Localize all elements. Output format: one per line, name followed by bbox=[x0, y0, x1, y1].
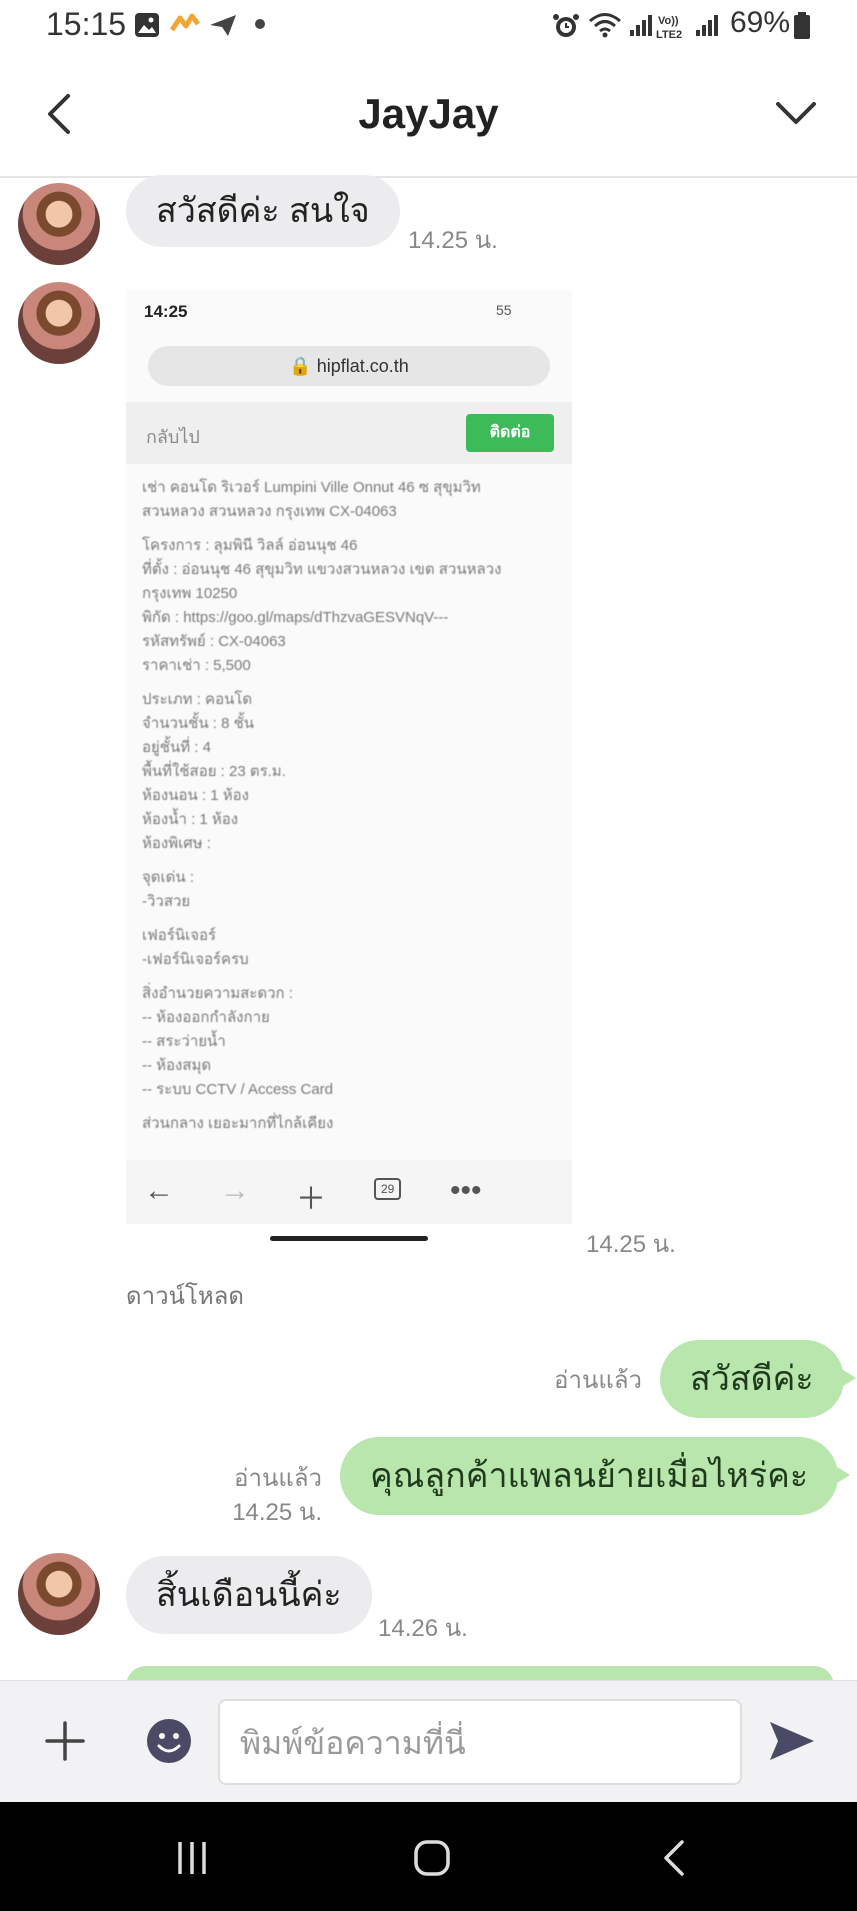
image-contact-button: ติดต่อ bbox=[466, 414, 554, 452]
image-text-line: โครงการ : ลุมพินี วิลล์ อ่อนนุช 46 bbox=[142, 537, 358, 554]
image-text-line: -- สระว่ายน้ำ bbox=[142, 1033, 226, 1050]
home-icon[interactable] bbox=[412, 1838, 452, 1878]
chat-title: JayJay bbox=[358, 90, 499, 137]
status-bar: 15:15 Vo)) LTE2 69% bbox=[0, 0, 857, 52]
outgoing-message[interactable]: คุณลูกค้าแพลนย้ายเมื่อไหร่คะ bbox=[340, 1437, 851, 1515]
battery-icon bbox=[794, 12, 810, 39]
message-input-box[interactable] bbox=[218, 1699, 742, 1785]
image-forward-icon: → bbox=[220, 1174, 250, 1207]
system-nav-bar bbox=[0, 1802, 857, 1911]
image-add-tab-icon: ＋ bbox=[296, 1183, 326, 1216]
lock-icon: 🔒 bbox=[289, 356, 312, 376]
image-text-gap bbox=[142, 972, 552, 982]
wifi-icon bbox=[589, 13, 621, 38]
chevron-down-icon[interactable] bbox=[774, 98, 818, 128]
send-icon[interactable] bbox=[768, 1718, 816, 1764]
image-text-gap bbox=[142, 856, 552, 866]
svg-text:LTE2: LTE2 bbox=[656, 29, 682, 40]
image-text-line: พื้นที่ใช้สอย : 23 ตร.ม. bbox=[142, 763, 286, 780]
volte-icon: Vo)) LTE2 bbox=[656, 15, 682, 40]
image-text-line: ห้องพิเศษ : bbox=[142, 835, 211, 852]
svg-text:Vo)): Vo)) bbox=[658, 15, 679, 27]
plus-icon[interactable] bbox=[44, 1720, 86, 1762]
image-text-line: จำนวนชั้น : 8 ชั้น bbox=[142, 715, 255, 732]
image-text-gap bbox=[142, 1102, 552, 1112]
gallery-icon bbox=[135, 13, 159, 37]
chat-header: JayJay bbox=[0, 52, 857, 178]
system-back-icon[interactable] bbox=[660, 1838, 688, 1878]
signal-icon-1 bbox=[630, 15, 652, 36]
image-text-line: สิ่งอำนวยความสะดวก : bbox=[142, 985, 293, 1002]
avatar[interactable] bbox=[18, 1553, 100, 1635]
image-nav-bar: กลับไป ติดต่อ bbox=[126, 402, 572, 464]
message-timestamp: 14.26 น. bbox=[378, 1615, 468, 1642]
image-back-label: กลับไป bbox=[146, 427, 200, 447]
image-back-icon: ← bbox=[144, 1174, 174, 1207]
more-notifications-dot bbox=[255, 19, 265, 29]
alarm-icon bbox=[553, 14, 579, 37]
image-text-line: -- ระบบ CCTV / Access Card bbox=[142, 1081, 334, 1098]
image-status-bar: 14:25 55 bbox=[126, 290, 572, 334]
image-text-line: ห้องนอน : 1 ห้อง bbox=[142, 787, 249, 804]
avatar[interactable] bbox=[18, 282, 100, 364]
recent-apps-icon[interactable] bbox=[174, 1840, 210, 1876]
image-text-line: เช่า คอนโด ริเวอร์ Lumpini Ville Onnut 4… bbox=[142, 479, 481, 496]
incoming-message[interactable]: สวัสดีค่ะ สนใจ bbox=[126, 175, 400, 247]
message-timestamp: 14.25 น. bbox=[232, 1499, 322, 1526]
message-timestamp: 14.25 น. bbox=[408, 227, 498, 254]
image-text-line: รหัสทรัพย์ : CX-04063 bbox=[142, 633, 286, 650]
shared-image[interactable]: 14:25 55 🔒 hipflat.co.th กลับไป ติดต่อ เ… bbox=[126, 290, 572, 1224]
image-text-line: จุดเด่น : bbox=[142, 869, 194, 886]
emoji-icon[interactable] bbox=[146, 1718, 192, 1764]
image-home-indicator bbox=[270, 1236, 428, 1241]
incoming-message[interactable]: สิ้นเดือนนี้ค่ะ bbox=[126, 1556, 372, 1634]
image-text-line: -เฟอร์นิเจอร์ครบ bbox=[142, 951, 249, 968]
download-link[interactable]: ดาวน์โหลด bbox=[126, 1276, 244, 1315]
image-listing-text: เช่า คอนโด ริเวอร์ Lumpini Ville Onnut 4… bbox=[142, 476, 552, 1136]
battery-percent: 69% bbox=[730, 6, 791, 39]
image-tabs-icon: 29 bbox=[374, 1178, 402, 1200]
read-receipt: อ่านแล้ว bbox=[554, 1367, 642, 1394]
image-text-line: สวนหลวง สวนหลวง กรุงเทพ CX-04063 bbox=[142, 503, 397, 520]
image-more-icon: ••• bbox=[450, 1174, 482, 1207]
image-text-line: ที่ตั้ง : อ่อนนุช 46 สุขุมวิท แขวงสวนหลว… bbox=[142, 561, 502, 578]
image-text-line: -- ห้องสมุด bbox=[142, 1057, 212, 1074]
image-text-line: อยู่ชั้นที่ : 4 bbox=[142, 739, 211, 756]
image-text-line: -- ห้องออกกำลังกาย bbox=[142, 1009, 270, 1026]
outgoing-message[interactable]: สวัสดีค่ะ bbox=[660, 1340, 856, 1418]
image-browser-toolbar: ← → ＋ 29 ••• bbox=[126, 1160, 572, 1224]
image-text-gap bbox=[142, 678, 552, 688]
send-notification-icon bbox=[210, 15, 236, 36]
image-text-gap bbox=[142, 524, 552, 534]
image-status-battery: 55 bbox=[496, 302, 512, 318]
image-text-line: ราคาเช่า : 5,500 bbox=[142, 657, 251, 674]
image-text-line: -วิวสวย bbox=[142, 893, 191, 910]
image-text-line: เฟอร์นิเจอร์ bbox=[142, 927, 217, 944]
signal-icon-2 bbox=[696, 15, 718, 36]
image-text-line: กรุงเทพ 10250 bbox=[142, 585, 238, 602]
message-input[interactable] bbox=[238, 1701, 722, 1785]
image-text-line: ห้องน้ำ : 1 ห้อง bbox=[142, 811, 239, 828]
status-time: 15:15 bbox=[46, 6, 127, 42]
avatar[interactable] bbox=[18, 183, 100, 265]
image-text-gap bbox=[142, 914, 552, 924]
message-timestamp: 14.25 น. bbox=[586, 1231, 676, 1258]
image-text-line: พิกัด : https://goo.gl/maps/dThzvaGESVNq… bbox=[142, 609, 449, 626]
image-url: hipflat.co.th bbox=[316, 356, 409, 376]
image-text-line: ส่วนกลาง เยอะมากที่ไกล้เคียง bbox=[142, 1115, 334, 1132]
image-url-bar: 🔒 hipflat.co.th bbox=[148, 346, 550, 386]
app-notification-icon bbox=[170, 13, 200, 32]
image-text-line: ประเภท : คอนโด bbox=[142, 691, 253, 708]
image-status-time: 14:25 bbox=[144, 302, 188, 321]
